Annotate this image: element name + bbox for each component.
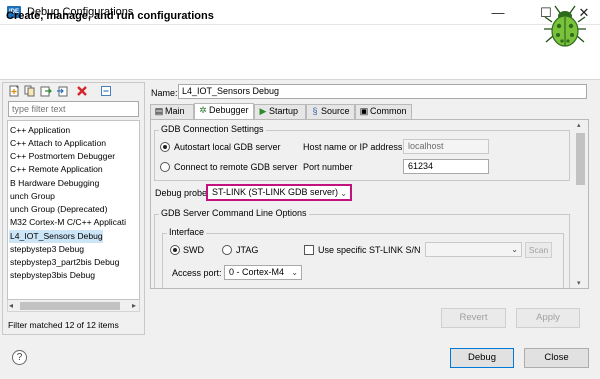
access-port-select[interactable]: 0 - Cortex-M4 ⌄ bbox=[224, 265, 302, 280]
remote-label: Connect to remote GDB server bbox=[174, 162, 298, 172]
autostart-radio[interactable] bbox=[160, 142, 170, 152]
duplicate-icon[interactable] bbox=[24, 85, 36, 97]
debug-probe-label: Debug probe bbox=[155, 188, 208, 198]
list-item[interactable]: M32 Cortex-M C/C++ Applicati bbox=[9, 216, 126, 229]
host-label: Host name or IP address bbox=[303, 142, 403, 152]
port-label: Port number bbox=[303, 162, 353, 172]
tab-main[interactable]: ▤ Main bbox=[150, 104, 194, 119]
bug-icon bbox=[544, 5, 586, 47]
scroll-right-icon[interactable]: ▸ bbox=[132, 301, 136, 310]
name-label: Name: bbox=[151, 88, 178, 98]
chevron-down-icon: ⌄ bbox=[340, 189, 347, 198]
remote-radio[interactable] bbox=[160, 162, 170, 172]
scroll-up-icon[interactable]: ▴ bbox=[577, 121, 581, 129]
apply-button[interactable]: Apply bbox=[516, 308, 580, 328]
scan-button[interactable]: Scan bbox=[525, 242, 552, 258]
vertical-scrollbar-thumb[interactable] bbox=[576, 133, 585, 185]
tab-common[interactable]: ▣ Common bbox=[355, 104, 412, 119]
filter-input[interactable] bbox=[8, 101, 139, 117]
filter-status: Filter matched 12 of 12 items bbox=[8, 320, 119, 330]
list-item[interactable]: stepbystep3_part2bis Debug bbox=[9, 256, 119, 269]
tab-debugger[interactable]: ✲ Debugger bbox=[194, 103, 254, 120]
revert-button[interactable]: Revert bbox=[441, 308, 506, 328]
minimize-button[interactable]: — bbox=[478, 0, 518, 25]
chevron-down-icon: ⌄ bbox=[511, 245, 518, 254]
jtag-radio[interactable] bbox=[222, 245, 232, 255]
debug-button[interactable]: Debug bbox=[450, 348, 514, 368]
collapse-all-icon[interactable] bbox=[100, 85, 112, 97]
sn-select[interactable]: ⌄ bbox=[425, 242, 522, 257]
list-item-selected[interactable]: L4_IOT_Sensors Debug bbox=[9, 230, 103, 243]
use-sn-checkbox[interactable] bbox=[304, 245, 314, 255]
swd-radio[interactable] bbox=[170, 245, 180, 255]
export-icon[interactable] bbox=[40, 85, 52, 97]
list-item[interactable]: C++ Attach to Application bbox=[9, 137, 106, 150]
list-item[interactable]: C++ Application bbox=[9, 124, 70, 137]
debugger-tab-icon: ✲ bbox=[199, 105, 207, 115]
gdb-connection-group bbox=[154, 130, 570, 181]
tab-bar: ▤ Main ✲ Debugger ▶ Startup § Source ▣ Common bbox=[150, 103, 590, 120]
delete-icon[interactable] bbox=[76, 85, 88, 97]
list-item[interactable]: stepbystep3 Debug bbox=[9, 243, 84, 256]
close-button[interactable]: Close bbox=[524, 348, 589, 368]
scrollbar-thumb[interactable] bbox=[20, 302, 120, 310]
list-item[interactable]: unch Group (Deprecated) bbox=[9, 203, 107, 216]
gdb-server-options-title: GDB Server Command Line Options bbox=[159, 208, 309, 218]
scroll-left-icon[interactable]: ◂ bbox=[9, 301, 13, 310]
header-title: Create, manage, and run configurations bbox=[6, 10, 214, 22]
new-config-icon[interactable] bbox=[8, 85, 20, 97]
list-item[interactable]: C++ Postmortem Debugger bbox=[9, 150, 115, 163]
configuration-tree[interactable]: C++ Application C++ Attach to Applicatio… bbox=[7, 120, 140, 300]
access-port-label: Access port: bbox=[172, 268, 222, 278]
common-tab-icon: ▣ bbox=[359, 106, 369, 116]
scroll-down-icon[interactable]: ▾ bbox=[577, 279, 581, 287]
list-item[interactable]: stepbystep3bis Debug bbox=[9, 269, 95, 282]
startup-tab-icon: ▶ bbox=[259, 106, 267, 116]
tab-startup[interactable]: ▶ Startup bbox=[254, 104, 306, 119]
interface-title: Interface bbox=[167, 227, 207, 237]
list-item[interactable]: B Hardware Debugging bbox=[9, 177, 99, 190]
gdb-connection-title: GDB Connection Settings bbox=[159, 124, 266, 134]
list-item[interactable]: C++ Remote Application bbox=[9, 163, 103, 176]
use-sn-label: Use specific ST-LINK S/N bbox=[318, 245, 421, 255]
help-icon[interactable]: ? bbox=[12, 350, 27, 365]
host-input[interactable]: localhost bbox=[403, 139, 489, 154]
port-input[interactable]: 61234 bbox=[403, 159, 489, 174]
name-input[interactable]: L4_IOT_Sensors Debug bbox=[178, 84, 587, 99]
autostart-label: Autostart local GDB server bbox=[174, 142, 281, 152]
tab-source[interactable]: § Source bbox=[306, 104, 355, 119]
source-tab-icon: § bbox=[312, 106, 318, 116]
jtag-label: JTAG bbox=[236, 245, 259, 255]
debug-probe-select[interactable]: ST-LINK (ST-LINK GDB server) ⌄ bbox=[206, 184, 352, 201]
import-icon[interactable] bbox=[56, 85, 68, 97]
dialog-header bbox=[0, 25, 600, 80]
chevron-down-icon: ⌄ bbox=[291, 268, 298, 277]
list-item[interactable]: unch Group bbox=[9, 190, 55, 203]
main-tab-icon: ▤ bbox=[154, 106, 164, 116]
swd-label: SWD bbox=[183, 245, 204, 255]
